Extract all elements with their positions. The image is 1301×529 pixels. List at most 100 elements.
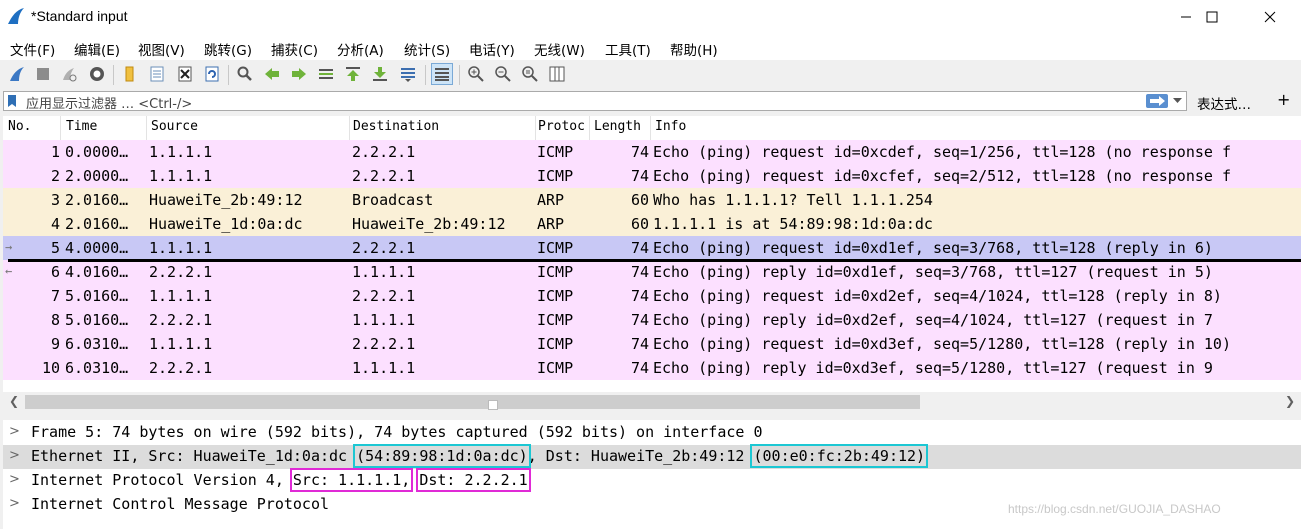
cell-protocol: ICMP: [537, 143, 574, 161]
colorize-button[interactable]: [431, 63, 453, 85]
packet-row[interactable]: 4 2.0160… HuaweiTe_1d:0a:dc HuaweiTe_2b:49:…: [3, 212, 1301, 236]
bookmark-icon[interactable]: [7, 94, 17, 108]
reload-icon: [205, 66, 219, 82]
expand-chevron-icon[interactable]: >: [9, 496, 20, 511]
column-separator: [650, 116, 651, 140]
menu-view[interactable]: 视图(V): [138, 39, 185, 59]
find-packet-button[interactable]: [234, 63, 256, 85]
cell-protocol: ARP: [537, 215, 565, 233]
cell-time: 5.0160…: [65, 287, 129, 305]
go-back-button[interactable]: [261, 63, 283, 85]
cell-no: 5: [50, 239, 60, 257]
cell-length: 74: [630, 263, 649, 281]
packet-row[interactable]: 9 6.0310… 1.1.1.1 2.2.2.1 ICMP 74 Echo (ping) …: [3, 332, 1301, 356]
column-separator: [60, 116, 61, 140]
packet-row[interactable]: 1 0.0000… 1.1.1.1 2.2.2.1 ICMP 74 Echo (ping) …: [3, 140, 1301, 164]
display-filter-input[interactable]: 应用显示过滤器 … <Ctrl-/>: [3, 91, 1187, 112]
start-capture-button[interactable]: [6, 63, 28, 85]
cell-info: Echo (ping) request id=0xd2ef, seq=4/102…: [653, 287, 1222, 305]
column-header-no[interactable]: No.: [8, 119, 58, 134]
scroll-left-icon[interactable]: ❮: [9, 394, 19, 408]
menu-telephony[interactable]: 电话(Y): [469, 39, 515, 59]
restart-capture-button[interactable]: [58, 63, 80, 85]
scroll-right-icon[interactable]: ❯: [1285, 394, 1295, 408]
detail-row-ethernet[interactable]: > Ethernet II, Src: HuaweiTe_1d:0a:dc (5…: [3, 444, 1301, 469]
expression-button[interactable]: 表达式…: [1197, 93, 1251, 113]
ip-dst: Dst: 2.2.2.1: [416, 468, 531, 492]
zoom-out-button[interactable]: [492, 63, 514, 85]
column-header-length[interactable]: Length: [594, 119, 649, 134]
menu-edit[interactable]: 编辑(E): [74, 39, 120, 59]
column-header-protocol[interactable]: Protoc: [538, 119, 588, 134]
cell-protocol: ICMP: [537, 359, 574, 377]
stop-capture-button[interactable]: [32, 63, 54, 85]
open-file-button[interactable]: [119, 63, 141, 85]
menu-help[interactable]: 帮助(H): [670, 39, 718, 59]
reload-file-button[interactable]: [201, 63, 223, 85]
column-header-time[interactable]: Time: [66, 119, 144, 134]
scrollbar-grip[interactable]: [488, 400, 498, 410]
zoom-in-button[interactable]: [465, 63, 487, 85]
menu-statistics[interactable]: 统计(S): [404, 39, 450, 59]
save-file-icon: [150, 66, 164, 82]
packet-row[interactable]: 7 5.0160… 1.1.1.1 2.2.2.1 ICMP 74 Echo (ping) …: [3, 284, 1301, 308]
menu-capture[interactable]: 捕获(C): [271, 39, 318, 59]
packet-row[interactable]: 5 4.0000… 1.1.1.1 2.2.2.1 ICMP 74 Echo (ping) …: [3, 236, 1301, 260]
close-file-icon: [178, 66, 192, 82]
open-folder-icon: [125, 66, 134, 82]
resize-columns-button[interactable]: [546, 63, 568, 85]
detail-row-ip[interactable]: > Internet Protocol Version 4, Src: 1.1.…: [3, 468, 1301, 493]
cell-source: 2.2.2.1: [149, 311, 213, 329]
cell-length: 74: [630, 335, 649, 353]
autoscroll-icon: [401, 68, 415, 82]
packet-list-horizontal-scrollbar[interactable]: ❮ ❯: [3, 392, 1301, 412]
expand-chevron-icon[interactable]: >: [9, 424, 20, 439]
cell-source: 1.1.1.1: [149, 167, 213, 185]
maximize-button[interactable]: [1189, 0, 1235, 34]
menu-analyze[interactable]: 分析(A): [337, 39, 384, 59]
menu-go[interactable]: 跳转(G): [204, 39, 252, 59]
ethernet-middle: , Dst: HuaweiTe_2b:49:12: [527, 447, 754, 465]
packet-row[interactable]: 8 5.0160… 2.2.2.1 1.1.1.1 ICMP 74 Echo (ping) …: [3, 308, 1301, 332]
chevron-down-icon[interactable]: [1173, 98, 1182, 104]
close-file-button[interactable]: [174, 63, 196, 85]
menu-tools[interactable]: 工具(T): [605, 39, 651, 59]
cell-time: 5.0160…: [65, 311, 129, 329]
add-filter-button[interactable]: +: [1277, 90, 1290, 109]
zoom-normal-button[interactable]: [519, 63, 541, 85]
column-header-source[interactable]: Source: [151, 119, 346, 134]
expand-chevron-icon[interactable]: >: [9, 448, 20, 463]
first-packet-button[interactable]: [342, 63, 364, 85]
scrollbar-thumb[interactable]: [25, 395, 920, 410]
cell-no: 10: [41, 359, 60, 377]
apply-filter-button[interactable]: [1146, 94, 1168, 108]
capture-options-button[interactable]: [86, 63, 108, 85]
menu-file[interactable]: 文件(F): [10, 39, 55, 59]
detail-row-frame[interactable]: > Frame 5: 74 bytes on wire (592 bits), …: [3, 421, 1301, 445]
cell-protocol: ICMP: [537, 287, 574, 305]
resize-columns-icon: [549, 66, 565, 82]
close-button[interactable]: [1247, 0, 1293, 34]
go-to-packet-button[interactable]: [315, 63, 337, 85]
packet-list: No. Time Source Destination Protoc Lengt…: [3, 116, 1301, 392]
cell-info: Echo (ping) request id=0xcfef, seq=2/512…: [653, 167, 1231, 185]
go-forward-button[interactable]: [288, 63, 310, 85]
column-header-info[interactable]: Info: [655, 119, 955, 134]
expand-chevron-icon[interactable]: >: [9, 472, 20, 487]
cell-source: 1.1.1.1: [149, 239, 213, 257]
packet-row[interactable]: 3 2.0160… HuaweiTe_2b:49:12 Broadcast ARP 60 W…: [3, 188, 1301, 212]
last-packet-button[interactable]: [369, 63, 391, 85]
column-separator: [535, 116, 536, 140]
cell-time: 6.0310…: [65, 359, 129, 377]
autoscroll-button[interactable]: [397, 63, 419, 85]
go-to-packet-icon: [319, 69, 333, 79]
save-file-button[interactable]: [146, 63, 168, 85]
packet-row[interactable]: 2 2.0000… 1.1.1.1 2.2.2.1 ICMP 74 Echo (ping) …: [3, 164, 1301, 188]
toolbar-separator: [113, 65, 114, 85]
packet-row[interactable]: 6 4.0160… 2.2.2.1 1.1.1.1 ICMP 74 Echo (ping) …: [3, 260, 1301, 284]
menu-wireless[interactable]: 无线(W): [534, 39, 585, 59]
packet-row[interactable]: 10 6.0310… 2.2.2.1 1.1.1.1 ICMP 74 Echo (ping)…: [3, 356, 1301, 380]
cell-no: 4: [50, 215, 60, 233]
column-header-destination[interactable]: Destination: [353, 119, 533, 134]
column-separator: [146, 116, 147, 140]
